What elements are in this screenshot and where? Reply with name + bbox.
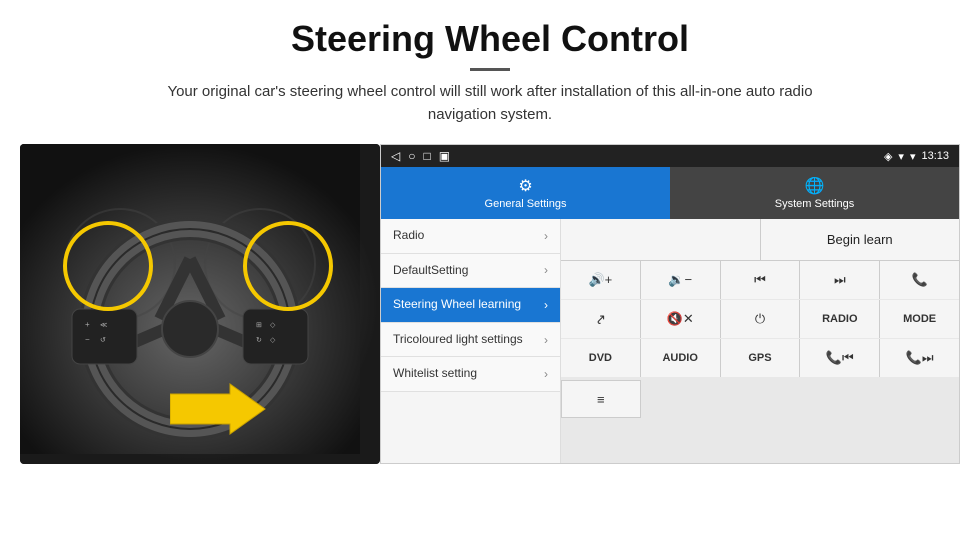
android-panel: ◁ ○ □ ▣ ◈ ▾ ▾ 13:13 ⚙ General Settings [380,144,960,464]
home-icon: ○ [408,149,415,163]
yellow-arrow [170,379,270,444]
power-button[interactable]: ⏻ [721,300,800,338]
right-top-row: Begin learn [561,219,959,261]
mode-button[interactable]: MODE [880,300,959,338]
empty-cell [561,219,761,260]
tab-general[interactable]: ⚙ General Settings [381,167,670,219]
menu-item-tricoloured-label: Tricoloured light settings [393,332,523,348]
car-image-panel: + − ≪ ↺ ⊞ ◇ ↻ ◇ [20,144,380,464]
next-icon: ⏭ [834,272,846,288]
mode-label: MODE [903,313,936,325]
menu-item-whitelist[interactable]: Whitelist setting › [381,357,560,392]
svg-text:−: − [85,335,90,344]
clock: 13:13 [921,150,949,162]
vol-up-icon: 🔊+ [589,272,613,288]
right-panel: Begin learn 🔊+ 🔉− ⏮ [561,219,959,463]
menu-item-radio[interactable]: Radio › [381,219,560,254]
content-area: Radio › DefaultSetting › Steering Wheel … [381,219,959,463]
yellow-circle-right [243,221,333,311]
header-section: Steering Wheel Control Your original car… [0,0,980,136]
phone-next-icon: 📞⏭ [906,350,934,366]
buttons-grid-row2: ↩ 🔇✕ ⏻ RADIO MODE [561,300,959,338]
main-content: + − ≪ ↺ ⊞ ◇ ↻ ◇ [0,136,980,549]
phone-next-button[interactable]: 📞⏭ [880,339,959,377]
menu-item-steering[interactable]: Steering Wheel learning › [381,288,560,323]
radio-button[interactable]: RADIO [800,300,879,338]
chevron-icon-tricoloured: › [544,333,548,347]
mute-icon: 🔇✕ [667,311,694,327]
subtitle: Your original car's steering wheel contr… [140,81,840,126]
menu-item-radio-label: Radio [393,228,424,244]
status-bar: ◁ ○ □ ▣ ◈ ▾ ▾ 13:13 [381,145,959,167]
chevron-icon-steering: › [544,298,548,312]
begin-learn-button[interactable]: Begin learn [761,219,960,260]
phone-answer-button[interactable]: 📞 [880,261,959,299]
tab-general-label: General Settings [485,198,567,210]
menu-item-whitelist-label: Whitelist setting [393,366,477,382]
svg-text:↺: ↺ [100,337,106,344]
chevron-icon-default: › [544,263,548,277]
prev-track-button[interactable]: ⏮ [721,261,800,299]
prev-icon: ⏮ [754,272,766,288]
tab-system-label: System Settings [775,198,854,210]
svg-text:◇: ◇ [270,322,276,329]
menu-list-icon: ≡ [597,392,605,407]
power-icon: ⏻ [755,311,765,327]
gps-button[interactable]: GPS [721,339,800,377]
wifi-icon: ▾ [898,150,904,163]
car-image-bg: + − ≪ ↺ ⊞ ◇ ↻ ◇ [20,144,380,464]
system-settings-icon: 🌐 [805,176,825,196]
phone-icon: 📞 [912,272,928,288]
phone-prev-icon: 📞⏮ [826,350,854,366]
next-track-button[interactable]: ⏭ [800,261,879,299]
screenshot-icon: ▣ [439,149,450,163]
yellow-circle-left [63,221,153,311]
settings-tabs: ⚙ General Settings 🌐 System Settings [381,167,959,219]
svg-text:◇: ◇ [270,337,276,344]
chevron-icon-radio: › [544,229,548,243]
menu-icon-button[interactable]: ≡ [561,380,641,418]
mute-button[interactable]: 🔇✕ [641,300,720,338]
general-settings-icon: ⚙ [518,176,532,196]
audio-label: AUDIO [662,352,697,364]
svg-text:↻: ↻ [256,337,262,344]
status-right: ◈ ▾ ▾ 13:13 [884,150,949,163]
tab-system[interactable]: 🌐 System Settings [670,167,959,219]
page-title: Steering Wheel Control [40,18,940,60]
svg-text:⊞: ⊞ [256,322,262,329]
buttons-grid-row3: DVD AUDIO GPS 📞⏮ 📞⏭ [561,339,959,377]
recent-icon: □ [423,149,430,163]
menu-item-tricoloured[interactable]: Tricoloured light settings › [381,323,560,358]
back-icon: ◁ [391,149,400,163]
hang-up-button[interactable]: ↩ [561,300,640,338]
left-menu: Radio › DefaultSetting › Steering Wheel … [381,219,561,463]
vol-up-button[interactable]: 🔊+ [561,261,640,299]
gps-label: GPS [748,352,771,364]
menu-item-steering-label: Steering Wheel learning [393,297,521,313]
gps-icon: ◈ [884,150,892,163]
chevron-icon-whitelist: › [544,367,548,381]
svg-text:+: + [85,320,90,329]
dvd-label: DVD [589,352,612,364]
vol-down-icon: 🔉− [668,272,692,288]
hang-up-icon: ↩ [591,309,610,328]
menu-item-default[interactable]: DefaultSetting › [381,254,560,289]
title-divider [470,68,510,71]
radio-label: RADIO [822,313,857,325]
audio-button[interactable]: AUDIO [641,339,720,377]
page-wrapper: Steering Wheel Control Your original car… [0,0,980,549]
buttons-grid-row1: 🔊+ 🔉− ⏮ ⏭ 📞 [561,261,959,299]
menu-item-default-label: DefaultSetting [393,263,468,279]
vol-down-button[interactable]: 🔉− [641,261,720,299]
phone-prev-button[interactable]: 📞⏮ [800,339,879,377]
signal-icon: ▾ [910,150,916,163]
status-icons-left: ◁ ○ □ ▣ [391,149,450,163]
dvd-button[interactable]: DVD [561,339,640,377]
svg-text:≪: ≪ [100,322,107,329]
